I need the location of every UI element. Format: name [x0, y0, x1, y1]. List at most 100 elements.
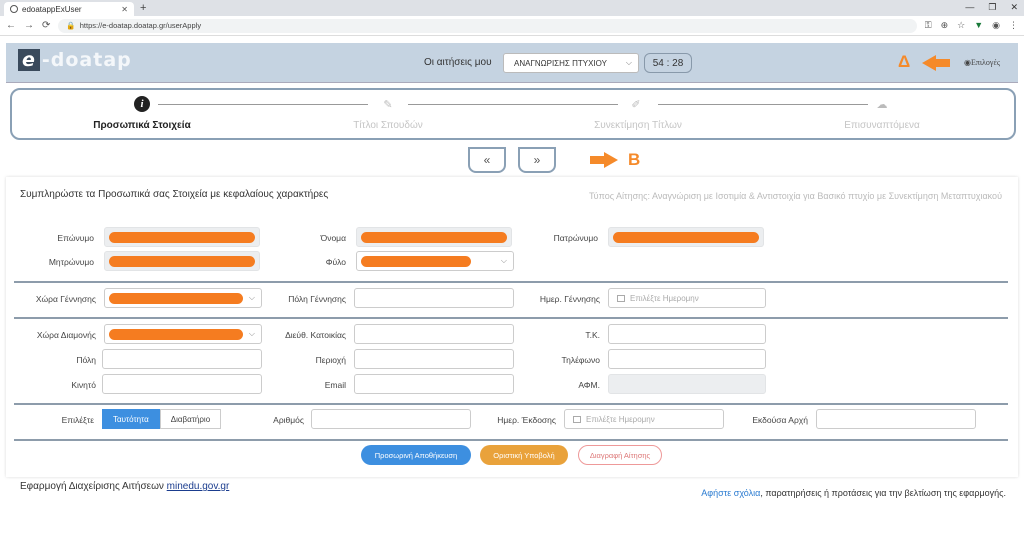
minimize-icon[interactable]: —	[965, 2, 974, 13]
next-button[interactable]: »	[518, 147, 556, 173]
tab-title: edoatappExUser	[22, 4, 82, 14]
close-icon[interactable]: ✕	[121, 5, 128, 14]
residence-country-select[interactable]: ⌵	[104, 324, 262, 344]
issue-date-label: Ημερ. Έκδοσης	[497, 415, 556, 425]
redacted-value	[361, 232, 507, 243]
name-field[interactable]	[356, 227, 512, 247]
birth-country-select[interactable]: ⌵	[104, 288, 262, 308]
maximize-icon[interactable]: ❐	[988, 2, 996, 13]
redacted-value	[109, 293, 243, 304]
final-submit-button[interactable]: Οριστική Υποβολή	[480, 445, 568, 465]
prev-button[interactable]: «	[468, 147, 506, 173]
feedback-link[interactable]: Αφήστε σχόλια	[701, 488, 760, 498]
chevron-down-icon: ⌵	[500, 256, 507, 265]
step-attachments[interactable]: Επισυναπτόμενα	[802, 120, 962, 131]
close-window-icon[interactable]: ✕	[1010, 2, 1018, 13]
application-type: Τύπος Αίτησης: Αναγνώριση με Ισοτιμία & …	[588, 191, 1002, 201]
postal-code-field[interactable]	[608, 324, 766, 344]
window-controls: — ❐ ✕	[965, 2, 1018, 13]
chevron-down-icon: ⌵	[625, 58, 632, 67]
step-connector	[158, 104, 368, 105]
menu-icon[interactable]: ⋮	[1009, 20, 1018, 31]
annotation-arrow-b	[590, 152, 618, 168]
back-icon[interactable]: ←	[6, 20, 16, 31]
zoom-icon[interactable]: ⊕	[941, 20, 949, 31]
minedu-link[interactable]: minedu.gov.gr	[167, 481, 230, 492]
annotation-arrow-delta	[922, 55, 950, 71]
temporary-save-button[interactable]: Προσωρινή Αποθήκευση	[361, 445, 471, 465]
pencil-icon[interactable]: ✎	[380, 96, 396, 112]
cloud-upload-icon[interactable]: ☁	[874, 96, 890, 112]
address-field[interactable]	[354, 324, 514, 344]
birth-date-field[interactable]: Επιλέξτε Ημερομην	[608, 288, 766, 308]
afm-label: ΑΦΜ.	[578, 380, 600, 390]
issue-date-field[interactable]: Επιλέξτε Ημερομην	[564, 409, 724, 429]
phone-field[interactable]	[608, 349, 766, 369]
calendar-icon	[573, 415, 581, 423]
footer-right: Αφήστε σχόλια, παρατηρήσεις ή προτάσεις …	[701, 488, 1006, 498]
delete-application-button[interactable]: Διαγραφή Αίτησης	[578, 445, 662, 465]
section-divider	[14, 317, 1008, 319]
forward-icon[interactable]: →	[24, 20, 34, 31]
star-icon[interactable]: ☆	[957, 20, 965, 31]
father-name-field[interactable]	[608, 227, 764, 247]
city-field[interactable]	[102, 349, 262, 369]
mobile-label: Κινητό	[71, 380, 96, 390]
key-icon[interactable]: ⚿	[925, 20, 932, 31]
step-title-assessment[interactable]: Συνεκτίμηση Τίτλων	[558, 120, 718, 131]
residence-country-label: Χώρα Διαμονής	[36, 330, 96, 340]
step-connector	[658, 104, 868, 105]
city-label: Πόλη	[76, 355, 96, 365]
birth-date-label: Ημερ. Γέννησης	[539, 294, 600, 304]
choose-id-label: Επιλέξτε	[61, 415, 94, 425]
app-header: e -doatap Οι αιτήσεις μου ΑΝΑΓΝΩΡΙΣΗΣ ΠΤΥ…	[6, 43, 1018, 83]
annotation-b: Β	[628, 150, 641, 169]
form-title: Συμπληρώστε τα Προσωπικά σας Στοιχεία με…	[20, 189, 329, 200]
url-field[interactable]: 🔒 https://e-doatap.doatap.gr/userApply	[58, 18, 917, 33]
passport-option[interactable]: Διαβατήριο	[159, 409, 222, 429]
address-bar: ← → ⟳ 🔒 https://e-doatap.doatap.gr/userA…	[0, 16, 1024, 36]
options-menu[interactable]: ◉Επιλογές	[964, 58, 1000, 67]
profile-icon[interactable]: ◉	[992, 20, 1000, 31]
area-field[interactable]	[354, 349, 514, 369]
step-connector	[408, 104, 618, 105]
lock-icon: 🔒	[66, 21, 76, 30]
address-label: Διεύθ. Κατοικίας	[285, 330, 346, 340]
edit-icon[interactable]: ✐	[628, 96, 644, 112]
issuer-field[interactable]	[816, 409, 976, 429]
identity-card-option[interactable]: Ταυτότητα	[102, 409, 160, 429]
chevron-down-icon: ⌵	[248, 293, 255, 302]
info-icon[interactable]: i	[134, 96, 150, 112]
redacted-value	[109, 329, 243, 340]
id-type-toggle: Ταυτότητα Διαβατήριο	[102, 409, 222, 429]
browser-tab-bar: edoatappExUser ✕ + — ❐ ✕	[0, 0, 1024, 16]
logo[interactable]: e -doatap	[18, 49, 132, 71]
new-tab-button[interactable]: +	[140, 2, 146, 14]
step-personal-info[interactable]: Προσωπικά Στοιχεία	[62, 120, 222, 131]
surname-field[interactable]	[104, 227, 260, 247]
birth-city-field[interactable]	[354, 288, 514, 308]
mother-name-field[interactable]	[104, 251, 260, 271]
issuer-label: Εκδούσα Αρχή	[752, 415, 808, 425]
url-text: https://e-doatap.doatap.gr/userApply	[79, 21, 202, 30]
section-divider	[14, 439, 1008, 441]
gender-select[interactable]: ⌵	[356, 251, 514, 271]
mobile-field[interactable]	[102, 374, 262, 394]
father-name-label: Πατρώνυμο	[553, 233, 598, 243]
afm-field	[608, 374, 766, 394]
personal-info-form: Συμπληρώστε τα Προσωπικά σας Στοιχεία με…	[6, 177, 1018, 477]
email-field[interactable]	[354, 374, 514, 394]
reload-icon[interactable]: ⟳	[42, 20, 50, 31]
id-number-label: Αριθμός	[273, 415, 304, 425]
session-timer: 54 : 28	[644, 53, 692, 73]
redacted-value	[613, 232, 759, 243]
birth-city-label: Πόλη Γέννησης	[288, 294, 346, 304]
browser-tab[interactable]: edoatappExUser ✕	[4, 2, 134, 16]
extension-icon[interactable]: ▼	[974, 20, 983, 31]
step-degrees[interactable]: Τίτλοι Σπουδών	[308, 120, 468, 131]
wizard-steps: i ✎ ✐ ☁ Προσωπικά Στοιχεία Τίτλοι Σπουδώ…	[10, 88, 1016, 140]
application-select[interactable]: ΑΝΑΓΝΩΡΙΣΗΣ ΠΤΥΧΙΟΥ ⌵	[503, 53, 639, 73]
id-number-field[interactable]	[311, 409, 471, 429]
surname-label: Επώνυμο	[57, 233, 94, 243]
gender-label: Φύλο	[325, 257, 346, 267]
